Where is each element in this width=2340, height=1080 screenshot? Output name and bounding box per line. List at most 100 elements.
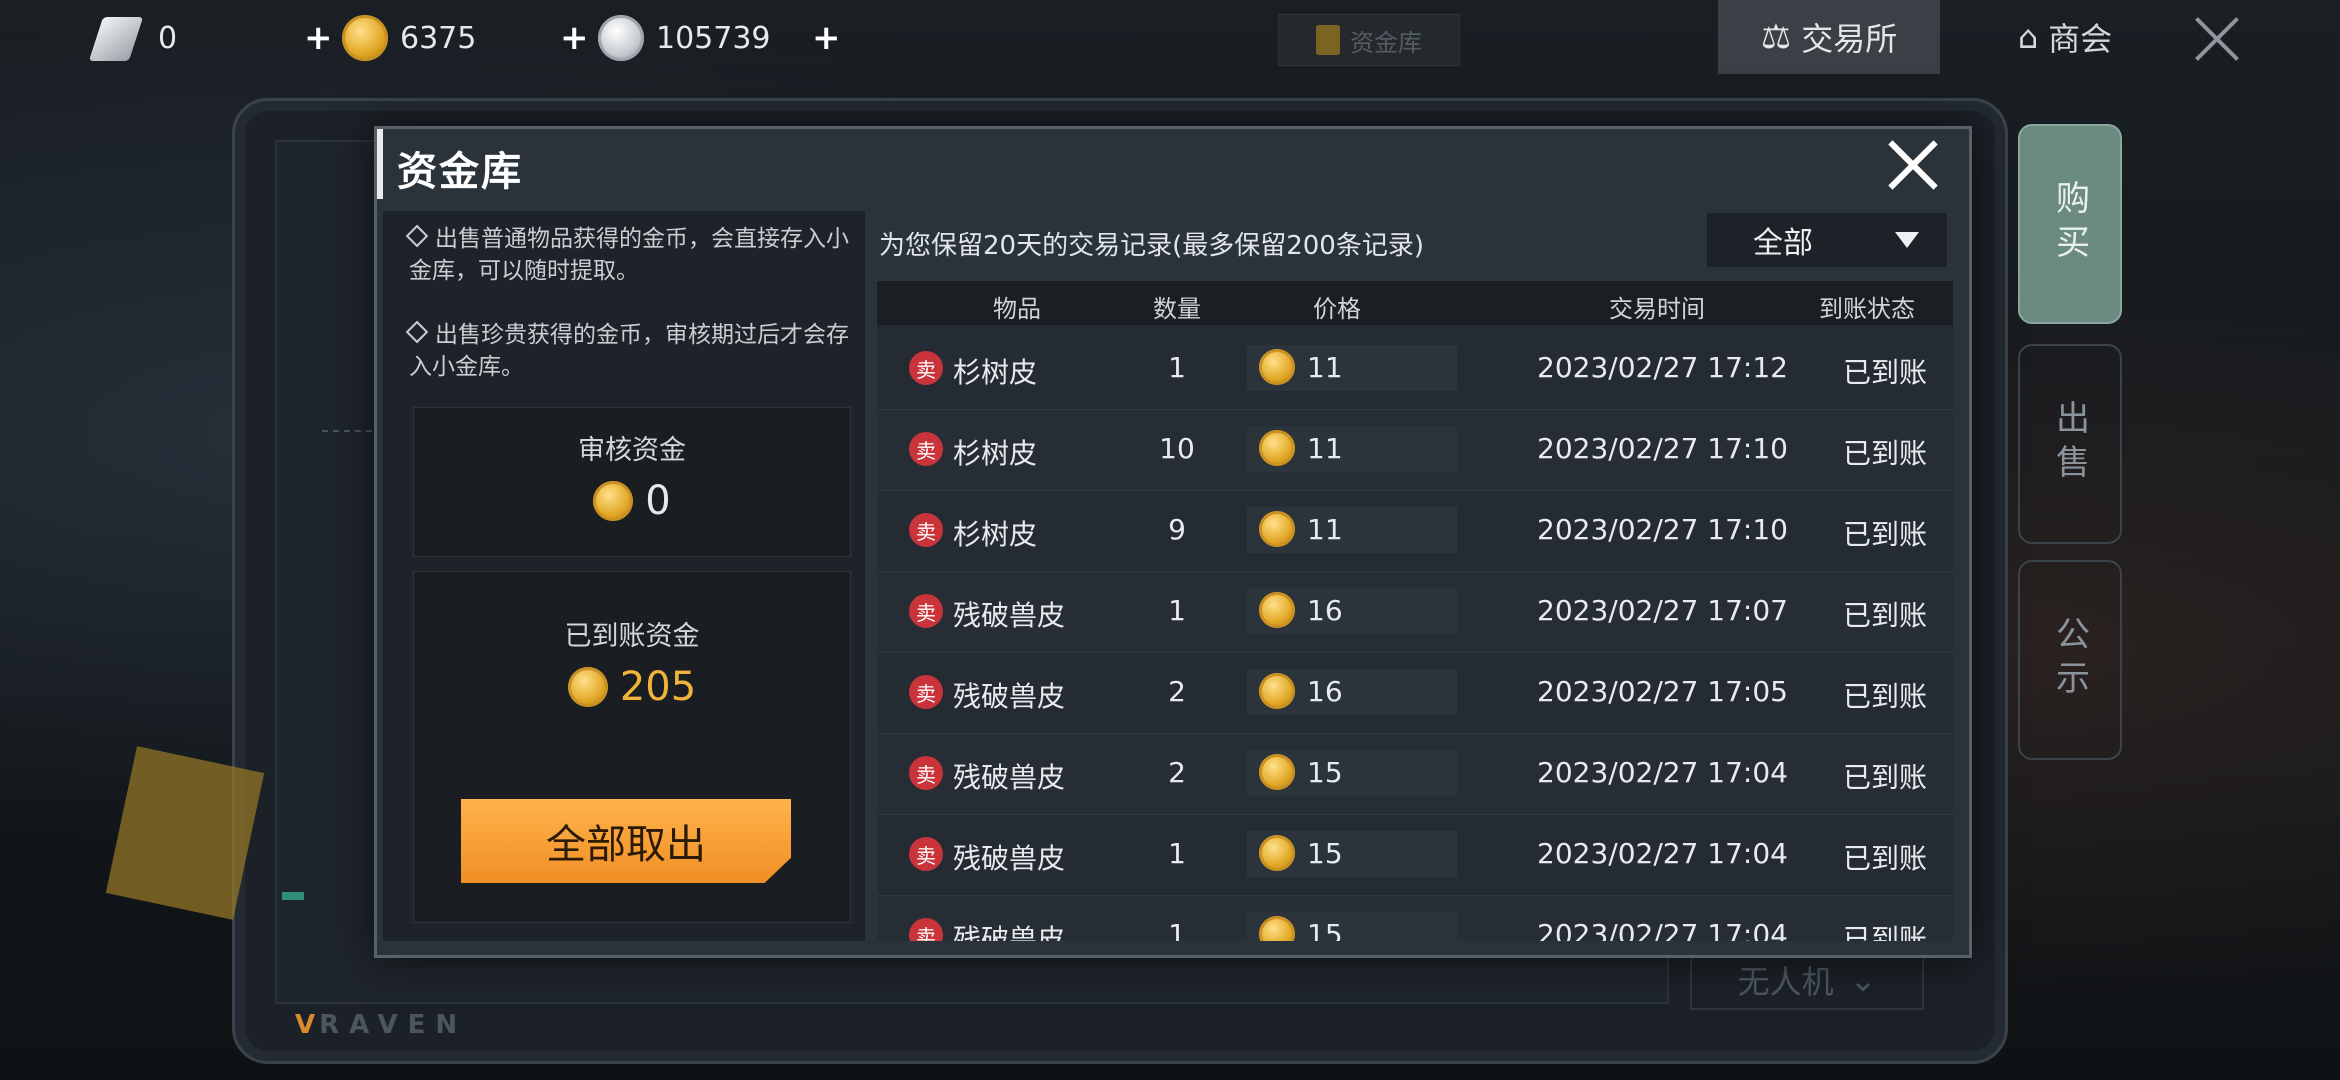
column-price: 价格	[1313, 295, 1361, 323]
review-funds-label: 审核资金	[578, 435, 686, 466]
tab-exchange[interactable]: ⚖ 交易所	[1718, 0, 1940, 74]
row-trade-time: 2023/02/27 17:10	[1537, 432, 1788, 465]
silver-currency: + 105739	[560, 8, 771, 68]
arrived-funds-amount: 205	[619, 664, 697, 710]
background-dropdown-label: 无人机	[1737, 963, 1834, 1001]
row-arrival-status: 已到账	[1843, 599, 1928, 632]
gold-coin-icon	[593, 481, 634, 521]
gold-coin-icon	[567, 667, 608, 707]
row-trade-time: 2023/02/27 17:07	[1537, 594, 1788, 627]
voucher-amount: 0	[158, 20, 178, 56]
vault-dialog: 资金库 出售普通物品获得的金币，会直接存入小金库，可以随时提取。 出售珍贵获得的…	[374, 126, 1972, 958]
background-indicator	[282, 892, 304, 900]
tab-exchange-label: 交易所	[1801, 20, 1898, 58]
retention-notice: 为您保留20天的交易记录(最多保留200条记录)	[879, 231, 1424, 261]
row-quantity: 9	[1168, 513, 1186, 546]
dialog-titlebar: 资金库	[377, 129, 1969, 199]
vault-note-1-text: 出售普通物品获得的金币，会直接存入小金库，可以随时提取。	[409, 226, 849, 284]
withdraw-all-button[interactable]: 全部取出	[461, 799, 791, 883]
gold-amount: 6375	[400, 20, 477, 56]
sell-badge: 卖	[909, 432, 943, 466]
row-item-name: 残破兽皮	[953, 599, 1066, 632]
add-silver-button-left[interactable]: +	[560, 18, 589, 58]
row-trade-time: 2023/02/27 17:04	[1537, 756, 1788, 789]
row-price: 16	[1307, 594, 1343, 627]
row-quantity: 1	[1168, 594, 1186, 627]
tab-guild-label: 商会	[2048, 20, 2113, 58]
tab-sell[interactable]: 出售	[2018, 344, 2122, 544]
table-row[interactable]: 卖残破兽皮 1 15 2023/02/27 17:04 已到账	[877, 896, 1953, 941]
brand-logo: VRAVEN	[295, 1010, 468, 1040]
review-funds-amount: 0	[645, 478, 671, 524]
transaction-table[interactable]: 物品 数量 价格 交易时间 到账状态 卖杉树皮 1 11 2023/02/27 17:…	[877, 281, 1953, 941]
column-arrival-status: 到账状态	[1819, 295, 1915, 323]
vault-note-2-text: 出售珍贵获得的金币，审核期过后才会存入小金库。	[409, 322, 849, 380]
table-row[interactable]: 卖杉树皮 10 11 2023/02/27 17:10 已到账	[877, 410, 1953, 491]
gold-currency: + 6375	[304, 8, 476, 68]
table-row[interactable]: 卖残破兽皮 1 15 2023/02/27 17:04 已到账	[877, 815, 1953, 896]
gold-coin-icon	[1259, 430, 1295, 466]
diamond-bullet-icon	[405, 320, 429, 344]
silver-amount: 105739	[656, 20, 771, 56]
row-price: 15	[1307, 837, 1343, 870]
tab-announcement[interactable]: 公示	[2018, 560, 2122, 760]
vault-note-1: 出售普通物品获得的金币，会直接存入小金库，可以随时提取。	[405, 223, 849, 287]
row-arrival-status: 已到账	[1843, 437, 1928, 470]
row-item-name: 残破兽皮	[953, 842, 1066, 875]
gold-coin-icon	[1259, 835, 1295, 871]
row-item-name: 残破兽皮	[953, 923, 1066, 941]
vault-icon	[1316, 25, 1340, 55]
row-item-name: 残破兽皮	[953, 761, 1066, 794]
row-quantity: 1	[1168, 918, 1186, 941]
table-row[interactable]: 卖残破兽皮 2 16 2023/02/27 17:05 已到账	[877, 653, 1953, 734]
house-icon: ⌂	[2017, 18, 2039, 56]
silver-add: +	[812, 8, 841, 68]
gold-coin-icon	[1259, 754, 1295, 790]
arrived-funds-label: 已到账资金	[564, 621, 700, 652]
sell-badge: 卖	[909, 918, 943, 941]
gold-coin-icon	[1259, 673, 1295, 709]
sell-badge: 卖	[909, 351, 943, 385]
close-icon[interactable]	[2192, 14, 2242, 64]
table-header: 物品 数量 价格 交易时间 到账状态	[877, 281, 1953, 325]
review-funds-value: 0	[414, 478, 850, 524]
silver-coin-icon	[598, 15, 644, 61]
add-gold-button[interactable]: +	[304, 18, 333, 58]
row-price: 11	[1307, 432, 1343, 465]
arrived-funds-value: 205	[414, 664, 850, 710]
background-divider	[322, 430, 372, 432]
row-arrival-status: 已到账	[1843, 518, 1928, 551]
tab-buy[interactable]: 购买	[2018, 124, 2122, 324]
table-row[interactable]: 卖杉树皮 1 11 2023/02/27 17:12 已到账	[877, 329, 1953, 410]
sell-badge: 卖	[909, 594, 943, 628]
currency-bar: 0 + 6375 + 105739 + 资金库 ⚖ 交易所 ⌂ 商会	[0, 0, 2340, 76]
row-item-name: 杉树皮	[953, 437, 1038, 470]
row-arrival-status: 已到账	[1843, 356, 1928, 389]
vault-note-2: 出售珍贵获得的金币，审核期过后才会存入小金库。	[405, 319, 849, 383]
review-funds-box: 审核资金 0	[413, 407, 851, 557]
voucher-ticket-icon	[88, 13, 146, 63]
close-dialog-icon[interactable]	[1887, 139, 1939, 191]
vault-button[interactable]: 资金库	[1278, 14, 1460, 66]
table-row[interactable]: 卖残破兽皮 1 16 2023/02/27 17:07 已到账	[877, 572, 1953, 653]
row-arrival-status: 已到账	[1843, 680, 1928, 713]
chevron-down-icon: ⌄	[1849, 961, 1877, 999]
row-price: 15	[1307, 918, 1343, 941]
add-silver-button[interactable]: +	[812, 18, 841, 58]
row-price: 11	[1307, 513, 1343, 546]
column-item: 物品	[993, 295, 1041, 323]
column-quantity: 数量	[1153, 295, 1201, 323]
gold-coin-icon	[342, 15, 388, 61]
row-item-name: 杉树皮	[953, 518, 1038, 551]
sell-badge: 卖	[909, 513, 943, 547]
record-filter-dropdown[interactable]: 全部	[1707, 213, 1947, 267]
table-row[interactable]: 卖杉树皮 9 11 2023/02/27 17:10 已到账	[877, 491, 1953, 572]
row-quantity: 1	[1168, 351, 1186, 384]
row-arrival-status: 已到账	[1843, 761, 1928, 794]
row-trade-time: 2023/02/27 17:12	[1537, 351, 1788, 384]
table-row[interactable]: 卖残破兽皮 2 15 2023/02/27 17:04 已到账	[877, 734, 1953, 815]
row-quantity: 1	[1168, 837, 1186, 870]
gold-coin-icon	[1259, 349, 1295, 385]
tab-guild[interactable]: ⌂ 商会	[1990, 0, 2140, 74]
row-item-name: 残破兽皮	[953, 680, 1066, 713]
